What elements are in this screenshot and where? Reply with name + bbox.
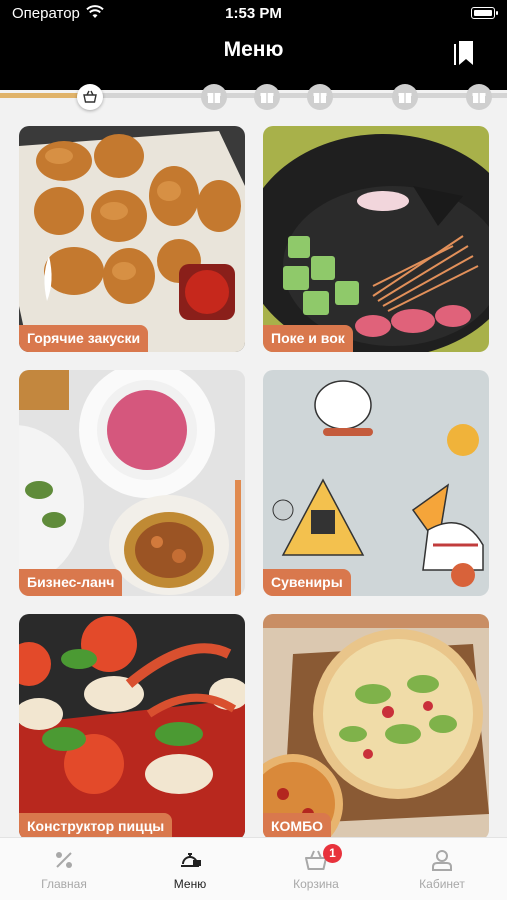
category-label: Сувениры	[263, 569, 351, 596]
category-label: Конструктор пиццы	[19, 813, 173, 840]
tab-home[interactable]: Главная	[1, 848, 127, 891]
category-label: Горячие закуски	[19, 325, 149, 352]
category-label: КОМБО	[263, 813, 332, 840]
cart-count-badge: 1	[323, 844, 342, 863]
page-title: Меню	[223, 38, 284, 61]
pizza-builder-image	[19, 614, 245, 840]
gift-icon	[254, 84, 280, 110]
tab-bar: Главная Меню 1 Корзина Кабинет	[0, 837, 507, 900]
category-card-poke-wok[interactable]: Поке и вок	[263, 126, 489, 352]
progress-fill	[0, 93, 82, 98]
status-bar: Оператор 1:53 PM	[0, 0, 507, 28]
category-card-hot-snacks[interactable]: Горячие закуски	[19, 126, 245, 352]
tab-label: Корзина	[293, 877, 339, 891]
tab-account[interactable]: Кабинет	[379, 848, 505, 891]
bookmarks-icon[interactable]	[454, 40, 474, 66]
tab-label: Кабинет	[419, 877, 465, 891]
souvenirs-image	[263, 370, 489, 596]
gift-icon	[201, 84, 227, 110]
category-label: Поке и вок	[263, 325, 353, 352]
app-header: Оператор 1:53 PM Меню	[0, 0, 507, 90]
percent-icon	[56, 852, 72, 868]
tab-label: Меню	[173, 877, 207, 891]
combo-image	[263, 614, 489, 840]
clock: 1:53 PM	[225, 5, 282, 22]
hot-snacks-image	[19, 126, 245, 352]
tab-label: Главная	[41, 877, 87, 891]
basket-icon	[77, 84, 103, 110]
category-card-souvenirs[interactable]: Сувениры	[263, 370, 489, 596]
category-card-combo[interactable]: КОМБО	[263, 614, 489, 840]
gift-icon	[466, 84, 492, 110]
order-progress	[0, 84, 507, 110]
battery-icon	[471, 7, 498, 19]
poke-wok-image	[263, 126, 489, 352]
gift-icon	[307, 84, 333, 110]
user-icon	[432, 850, 452, 871]
category-card-pizza-builder[interactable]: Конструктор пиццы	[19, 614, 245, 840]
category-label: Бизнес-ланч	[19, 569, 123, 596]
gift-icon	[392, 84, 418, 110]
tab-cart[interactable]: 1 Корзина	[253, 844, 379, 891]
category-card-business-lunch[interactable]: Бизнес-ланч	[19, 370, 245, 596]
menu-cloche-icon	[181, 853, 201, 867]
business-lunch-image	[19, 370, 245, 596]
tab-menu[interactable]: Меню	[127, 848, 253, 891]
